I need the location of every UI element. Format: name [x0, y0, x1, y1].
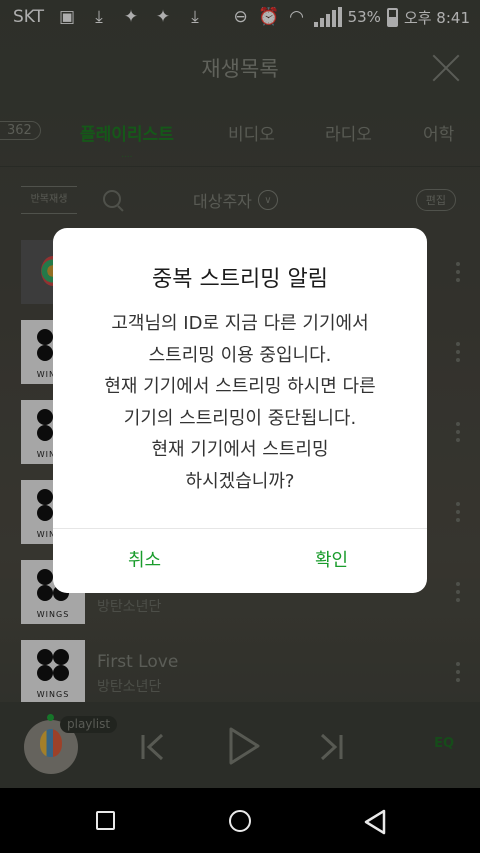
confirm-button[interactable]: 확인 [315, 546, 348, 572]
dialog-line: 현재 기기에서 스트리밍 하시면 다른 [104, 376, 376, 397]
dialog-line: 현재 기기에서 스트리밍 [151, 439, 329, 460]
home-icon[interactable] [229, 810, 251, 832]
dialog-line: 하시겠습니까? [185, 470, 295, 492]
dialog-divider [53, 528, 427, 529]
dialog-line: 기기의 스트리밍이 중단됩니다. [123, 407, 357, 429]
dialog-line: 고객님의 ID로 지금 다른 기기에서 [111, 313, 369, 334]
system-nav-bar [0, 788, 480, 853]
back-icon[interactable] [363, 809, 387, 835]
cancel-button[interactable]: 취소 [128, 546, 161, 572]
dialog-message: 고객님의 ID로 지금 다른 기기에서 스트리밍 이용 중입니다. 현재 기기에… [53, 308, 427, 497]
dialog-line: 스트리밍 이용 중입니다. [148, 344, 332, 366]
recent-apps-icon[interactable] [96, 811, 115, 830]
duplicate-streaming-dialog: 중복 스트리밍 알림 고객님의 ID로 지금 다른 기기에서 스트리밍 이용 중… [53, 228, 427, 593]
dialog-title: 중복 스트리밍 알림 [152, 267, 328, 292]
